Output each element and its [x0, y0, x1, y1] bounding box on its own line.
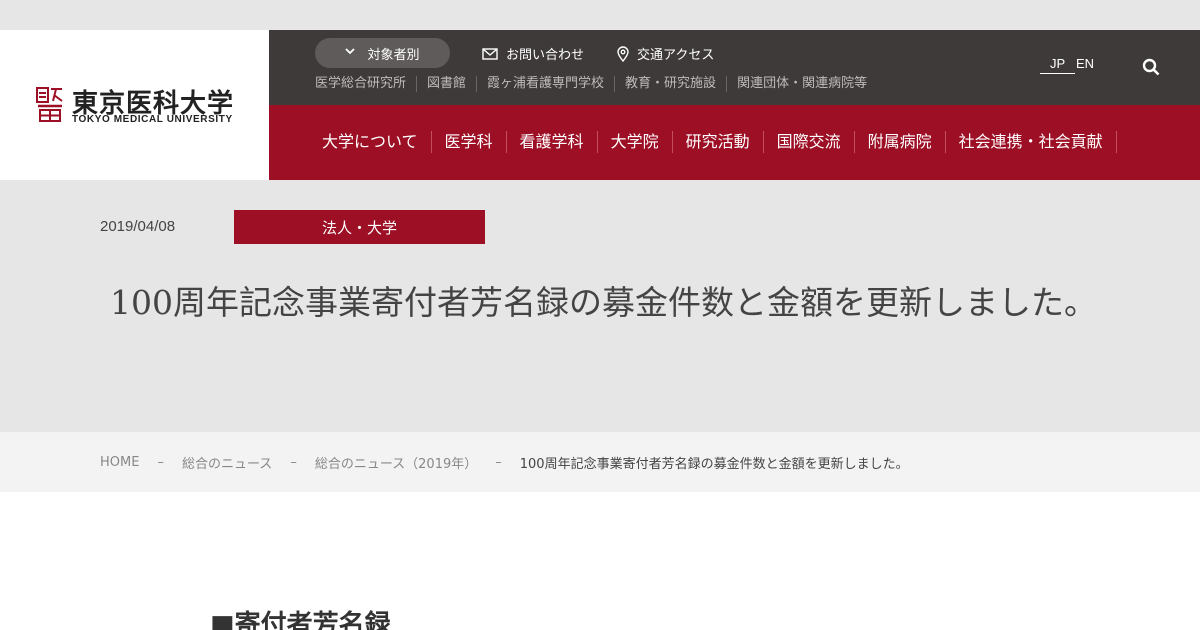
- category-badge: 法人・大学: [234, 210, 485, 244]
- breadcrumb: HOME – 総合のニュース – 総合のニュース（2019年） – 100周年記…: [0, 432, 1200, 492]
- contact-link[interactable]: お問い合わせ: [482, 44, 584, 63]
- breadcrumb-separator: –: [157, 454, 164, 470]
- breadcrumb-separator: –: [290, 454, 297, 470]
- map-pin-icon: [617, 45, 629, 62]
- language-en[interactable]: EN: [1076, 56, 1094, 71]
- university-logo-mark: [36, 87, 63, 122]
- nav-item-about[interactable]: 大学について: [308, 131, 432, 153]
- contact-link-label: お問い合わせ: [506, 48, 585, 63]
- sub-links: 医学総合研究所 図書館 霞ヶ浦看護専門学校 教育・研究施設 関連団体・関連病院等: [315, 76, 877, 92]
- nav-item-social-contribution[interactable]: 社会連携・社会貢献: [946, 131, 1117, 153]
- nav-item-graduate[interactable]: 大学院: [598, 131, 673, 153]
- nav-item-international[interactable]: 国際交流: [764, 131, 855, 153]
- article-header: 2019/04/08 法人・大学 100周年記念事業寄付者芳名録の募金件数と金額…: [0, 180, 1200, 432]
- search-icon[interactable]: [1142, 58, 1160, 76]
- section-heading: ■寄付者芳名録: [210, 610, 391, 630]
- top-strip: [0, 0, 1200, 30]
- sub-link-facilities[interactable]: 教育・研究施設: [614, 76, 726, 92]
- logo-english-name: TOKYO MEDICAL UNIVERSITY: [72, 114, 233, 125]
- nav-item-research[interactable]: 研究活動: [673, 131, 764, 153]
- sub-link-related-organizations[interactable]: 関連団体・関連病院等: [726, 76, 877, 92]
- mail-icon: [482, 47, 498, 60]
- nav-item-hospitals[interactable]: 附属病院: [855, 131, 946, 153]
- sub-link-library[interactable]: 図書館: [416, 76, 476, 92]
- breadcrumb-home[interactable]: HOME: [100, 455, 139, 470]
- logo-area[interactable]: 東京医科大学 TOKYO MEDICAL UNIVERSITY: [0, 30, 269, 180]
- breadcrumb-general-news[interactable]: 総合のニュース: [182, 453, 272, 472]
- language-jp[interactable]: JP: [1040, 56, 1076, 74]
- sub-link-research-institute[interactable]: 医学総合研究所: [315, 76, 416, 92]
- utility-bar: 対象者別 お問い合わせ 交通アクセス 医学総合研究所 図書館 霞ヶ浦看護専門学校…: [269, 30, 1200, 105]
- page-title: 100周年記念事業寄付者芳名録の募金件数と金額を更新しました。: [110, 283, 1097, 322]
- audience-menu-button[interactable]: 対象者別: [315, 38, 450, 68]
- sub-link-nursing-school[interactable]: 霞ヶ浦看護専門学校: [476, 76, 614, 92]
- nav-item-nursing[interactable]: 看護学科: [507, 131, 598, 153]
- nav-item-medicine[interactable]: 医学科: [432, 131, 507, 153]
- breadcrumb-current: 100周年記念事業寄付者芳名録の募金件数と金額を更新しました。: [519, 456, 909, 472]
- access-link-label: 交通アクセス: [637, 48, 715, 63]
- access-link[interactable]: 交通アクセス: [617, 44, 714, 63]
- audience-menu-label: 対象者別: [367, 47, 420, 63]
- main-navigation: 大学について 医学科 看護学科 大学院 研究活動 国際交流 附属病院 社会連携・…: [269, 105, 1200, 180]
- breadcrumb-separator: –: [495, 454, 502, 470]
- chevron-down-icon: [345, 48, 356, 58]
- post-date: 2019/04/08: [100, 218, 176, 235]
- breadcrumb-general-news-2019[interactable]: 総合のニュース（2019年）: [315, 453, 477, 472]
